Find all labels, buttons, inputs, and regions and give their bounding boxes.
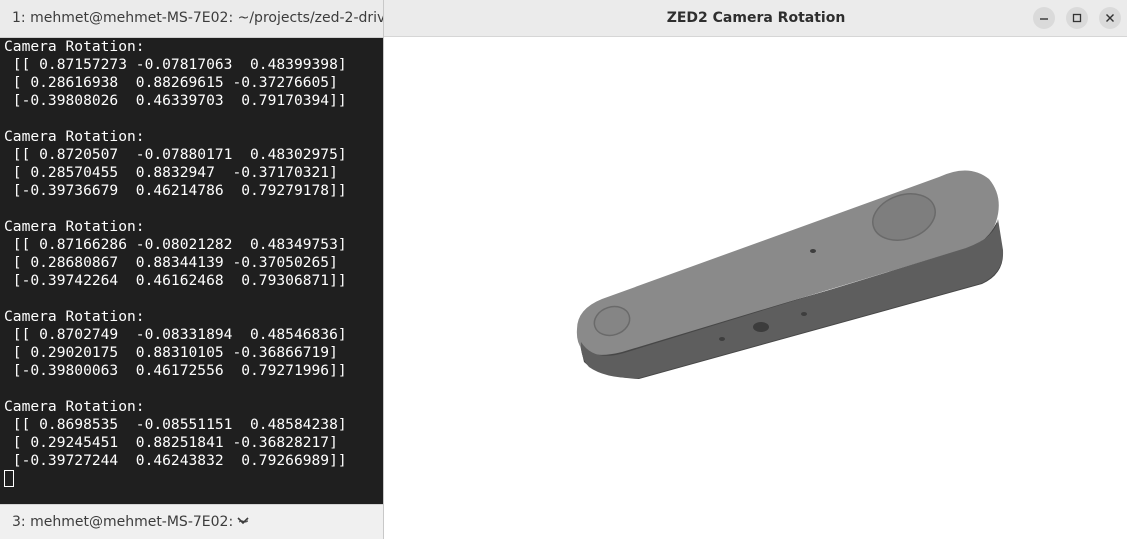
terminal-body[interactable]: Camera Rotation: [[ 0.87157273 -0.078170…: [0, 38, 383, 504]
camera-model: [576, 170, 1004, 379]
center-sensor: [753, 322, 769, 332]
sensor-hole: [810, 249, 816, 253]
viewer-title: ZED2 Camera Rotation: [666, 10, 846, 26]
terminal-tab-active[interactable]: 1: mehmet@mehmet-MS-7E02: ~/projects/zed…: [0, 0, 400, 38]
chevron-down-icon[interactable]: [236, 514, 250, 528]
maximize-icon: [1072, 13, 1082, 23]
close-icon: [1106, 14, 1114, 22]
terminal-tab-second[interactable]: 3: mehmet@mehmet-MS-7E02: ~: [0, 504, 383, 539]
terminal-cursor: [4, 470, 14, 487]
terminal-output: Camera Rotation: [[ 0.87157273 -0.078170…: [4, 38, 347, 469]
viewer-titlebar[interactable]: ZED2 Camera Rotation: [384, 0, 1127, 37]
terminal-tab-title: 1: mehmet@mehmet-MS-7E02: ~/projects/zed…: [12, 10, 400, 26]
minimize-button[interactable]: [1033, 7, 1055, 29]
terminal-window: 1: mehmet@mehmet-MS-7E02: ~/projects/zed…: [0, 0, 400, 539]
mic-hole-right: [801, 312, 807, 316]
minimize-icon: [1040, 18, 1048, 20]
maximize-button[interactable]: [1066, 7, 1088, 29]
close-button[interactable]: [1099, 7, 1121, 29]
terminal-tab-second-title: 3: mehmet@mehmet-MS-7E02: ~: [12, 514, 250, 530]
mic-hole-left: [719, 337, 725, 341]
viewer-window: ZED2 Camera Rotation: [383, 0, 1127, 539]
viewer-canvas[interactable]: [384, 37, 1127, 539]
